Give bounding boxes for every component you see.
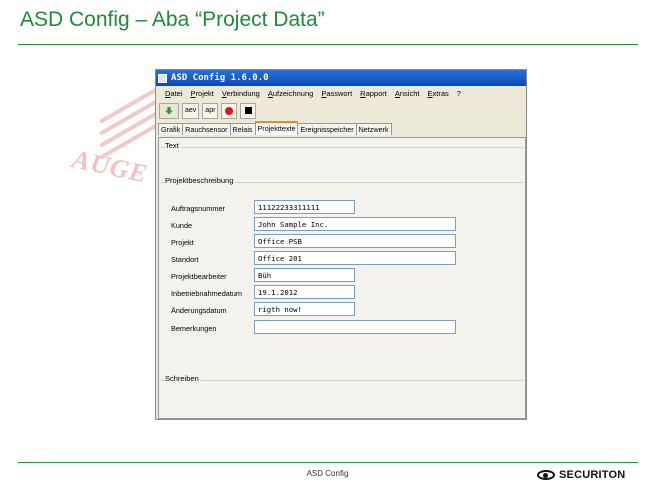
text-group-label: Text bbox=[165, 141, 181, 150]
toolbar: aev apr bbox=[156, 100, 526, 121]
menu-rapport[interactable]: Rapport bbox=[356, 89, 391, 98]
field-label-aenderungsdatum: Änderungsdatum bbox=[171, 306, 227, 315]
menu-ansicht[interactable]: Ansicht bbox=[391, 89, 424, 98]
tab-projekttexte[interactable]: Projekttexte bbox=[254, 121, 299, 135]
field-label-auftragsnummer: Auftragsnummer bbox=[171, 204, 225, 213]
eye-icon bbox=[537, 470, 555, 480]
title-divider bbox=[18, 44, 638, 45]
menu-projekt[interactable]: Projekt bbox=[187, 89, 218, 98]
menu-verbindung[interactable]: Verbindung bbox=[218, 89, 264, 98]
securiton-logo: SECURITON bbox=[537, 469, 625, 481]
download-icon bbox=[165, 106, 173, 115]
standort-input[interactable]: Office 201 bbox=[254, 251, 456, 265]
projektbearbeiter-input[interactable]: Büh bbox=[254, 268, 355, 282]
menu-passwort[interactable]: Passwort bbox=[317, 89, 356, 98]
apr-button[interactable]: apr bbox=[202, 102, 219, 119]
stop-icon bbox=[244, 107, 252, 114]
menu-datei[interactable]: Datei bbox=[161, 89, 187, 98]
auftragsnummer-input[interactable]: 11122233311111 bbox=[254, 200, 355, 214]
project-texts-panel: Text Projektbeschreibung Auftragsnummer … bbox=[158, 137, 526, 419]
menu-extras[interactable]: Extras bbox=[423, 89, 452, 98]
tab-netzwerk[interactable]: Netzwerk bbox=[355, 123, 392, 135]
project-group-label: Projektbeschreibung bbox=[165, 176, 236, 185]
tab-strip: Grafik Rauchsensor Relais Projekttexte E… bbox=[156, 121, 526, 135]
window-title: ASD Config 1.6.0.0 bbox=[171, 73, 269, 83]
kunde-input[interactable]: John Sample Inc. bbox=[254, 217, 456, 231]
watermark-text: AUGE bbox=[70, 144, 151, 189]
field-label-standort: Standort bbox=[171, 255, 199, 264]
field-label-projekt: Projekt bbox=[171, 238, 194, 247]
tab-ereignisspeicher[interactable]: Ereignisspeicher bbox=[297, 123, 357, 135]
footer-divider bbox=[18, 462, 638, 463]
text-group-border bbox=[161, 147, 523, 148]
stop-button[interactable] bbox=[240, 102, 257, 119]
logo-text: SECURITON bbox=[559, 469, 626, 481]
tab-grafik[interactable]: Grafik bbox=[158, 123, 184, 135]
write-group-label: Schreiben bbox=[165, 374, 201, 383]
app-window: ASD Config 1.6.0.0 Datei Projekt Verbind… bbox=[155, 69, 527, 420]
app-icon bbox=[158, 73, 167, 83]
tab-relais[interactable]: Relais bbox=[229, 123, 256, 135]
menu-help[interactable]: ? bbox=[453, 89, 465, 98]
aev-button[interactable]: aev bbox=[182, 102, 200, 119]
menu-bar: Datei Projekt Verbindung Aufzeichnung Pa… bbox=[156, 86, 526, 100]
field-label-kunde: Kunde bbox=[171, 221, 193, 230]
record-button[interactable] bbox=[221, 102, 238, 119]
field-label-projektbearbeiter: Projektbearbeiter bbox=[171, 272, 227, 281]
field-label-bemerkungen: Bemerkungen bbox=[171, 324, 217, 333]
tab-rauchsensor[interactable]: Rauchsensor bbox=[182, 123, 231, 135]
field-label-inbetriebnahmedatum: Inbetriebnahmedatum bbox=[171, 289, 242, 298]
slide-title: ASD Config – Aba “Project Data” bbox=[20, 8, 325, 31]
write-group-border bbox=[161, 380, 523, 381]
projekt-input[interactable]: Office PSB bbox=[254, 234, 456, 248]
record-icon bbox=[225, 106, 234, 115]
aenderungsdatum-input[interactable]: rigth now! bbox=[254, 302, 355, 316]
inbetriebnahmedatum-input[interactable]: 19.1.2012 bbox=[254, 285, 355, 299]
download-button[interactable] bbox=[159, 102, 179, 119]
window-titlebar[interactable]: ASD Config 1.6.0.0 bbox=[156, 70, 526, 86]
menu-aufzeichnung[interactable]: Aufzeichnung bbox=[264, 89, 317, 98]
bemerkungen-input[interactable] bbox=[254, 320, 456, 334]
